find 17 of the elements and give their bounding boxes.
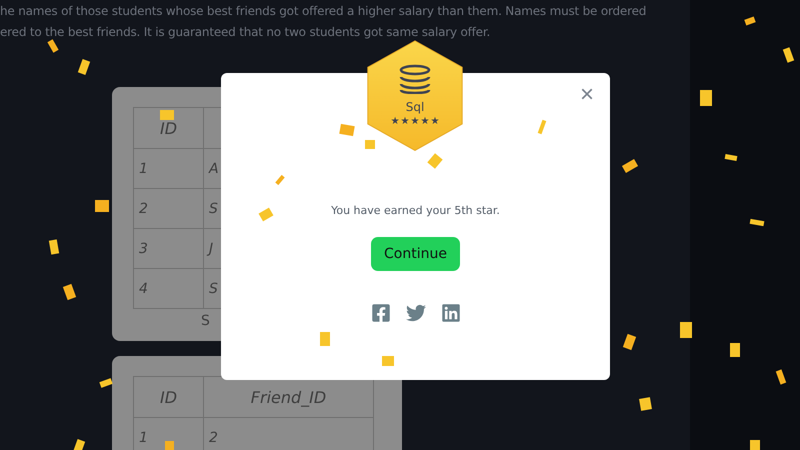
badge-label: Sql — [406, 100, 424, 114]
table-caption: S — [201, 313, 210, 329]
problem-text: ered to the best friends. It is guaranteed that no two students got same salary offer. — [0, 24, 492, 41]
problem-text: he names of those students whose best friends got offered a higher salary than them. Names must be ordered — [0, 3, 648, 20]
column-header: ID — [134, 108, 204, 148]
linkedin-icon[interactable] — [440, 303, 460, 323]
column-header: ID — [134, 376, 204, 418]
twitter-icon[interactable] — [406, 303, 426, 323]
table-cell: 2 — [134, 188, 204, 228]
table-cell: 3 — [134, 228, 204, 268]
table-cell: 4 — [134, 268, 204, 308]
close-button[interactable]: × — [576, 81, 598, 109]
continue-button[interactable]: Continue — [371, 237, 460, 271]
table-cell: 1 — [134, 148, 204, 188]
star-rating: ★★★★★ — [390, 116, 440, 126]
facebook-icon[interactable] — [370, 303, 390, 323]
database-icon — [399, 64, 431, 94]
